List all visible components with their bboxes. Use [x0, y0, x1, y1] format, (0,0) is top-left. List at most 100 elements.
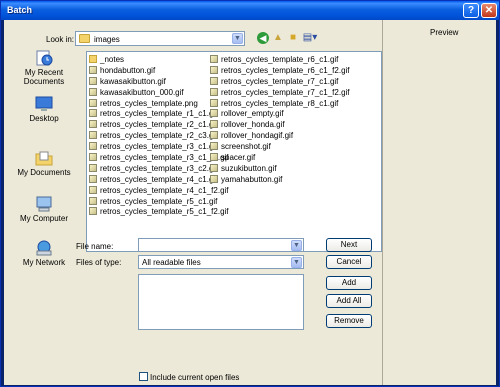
look-in-label: Look in:: [46, 35, 75, 44]
file-name: retros_cycles_template_r4_c1.gif: [100, 174, 218, 184]
file-item[interactable]: retros_cycles_template_r6_c1_f2.gif: [210, 65, 350, 76]
image-file-icon: [89, 185, 97, 194]
file-type-label: Files of type:: [76, 258, 122, 267]
file-item[interactable]: retros_cycles_template_r3_c1_f2.gif: [89, 152, 229, 163]
image-file-icon: [89, 174, 97, 183]
file-item[interactable]: retros_cycles_template_r2_c1.gif: [89, 119, 229, 130]
chevron-down-icon[interactable]: ▼: [291, 240, 302, 251]
file-type-value: All readable files: [142, 258, 201, 267]
back-icon[interactable]: ◀: [257, 32, 269, 44]
image-file-icon: [210, 163, 218, 172]
place-label: My Recent Documents: [23, 68, 65, 86]
file-item[interactable]: hondabutton.gif: [89, 65, 229, 76]
file-item[interactable]: rollover_hondagif.gif: [210, 130, 350, 141]
help-button[interactable]: ?: [463, 3, 479, 18]
file-name: screenshot.gif: [221, 142, 271, 152]
folder-icon: [89, 55, 97, 63]
chevron-down-icon[interactable]: ▼: [232, 33, 243, 44]
image-file-icon: [210, 174, 218, 183]
image-file-icon: [89, 76, 97, 85]
file-item[interactable]: retros_cycles_template_r8_c1.gif: [210, 98, 350, 109]
batch-file-list[interactable]: [138, 274, 304, 330]
place-desktop[interactable]: Desktop: [13, 93, 75, 133]
file-name: retros_cycles_template_r2_c1.gif: [100, 120, 218, 130]
place-my-computer[interactable]: My Computer: [13, 193, 75, 233]
new-folder-icon[interactable]: ■: [287, 32, 299, 44]
file-item[interactable]: screenshot.gif: [210, 141, 350, 152]
file-item[interactable]: yamahabutton.gif: [210, 174, 350, 185]
view-menu-icon[interactable]: ▤▾: [302, 32, 318, 44]
file-item[interactable]: spacer.gif: [210, 152, 350, 163]
add-all-button[interactable]: Add All: [326, 294, 372, 308]
next-button[interactable]: Next: [326, 238, 372, 252]
look-in-value: images: [94, 35, 120, 44]
file-name: retros_cycles_template_r5_c1_f2.gif: [100, 207, 229, 217]
file-item[interactable]: retros_cycles_template_r2_c3.gif: [89, 130, 229, 141]
image-file-icon: [89, 87, 97, 96]
image-file-icon: [89, 109, 97, 118]
file-name: retros_cycles_template.png: [100, 98, 198, 108]
file-item[interactable]: retros_cycles_template_r6_c1.gif: [210, 54, 350, 65]
place-recent-documents[interactable]: My Recent Documents: [13, 47, 75, 87]
file-item[interactable]: retros_cycles_template_r1_c1.gif: [89, 108, 229, 119]
file-name: retros_cycles_template_r3_c2.gif: [100, 163, 218, 173]
file-name: rollover_hondagif.gif: [221, 131, 294, 141]
include-open-files-label: Include current open files: [150, 373, 240, 382]
file-item[interactable]: retros_cycles_template_r4_c1.gif: [89, 174, 229, 185]
add-button[interactable]: Add: [326, 276, 372, 290]
file-type-dropdown[interactable]: All readable files ▼: [138, 255, 304, 269]
file-item[interactable]: suzukibutton.gif: [210, 163, 350, 174]
cancel-button[interactable]: Cancel: [326, 255, 372, 269]
preview-label: Preview: [430, 28, 459, 37]
close-button[interactable]: ✕: [481, 3, 497, 18]
file-name: suzukibutton.gif: [221, 163, 277, 173]
image-file-icon: [210, 142, 218, 151]
file-item[interactable]: kawasakibutton_000.gif: [89, 87, 229, 98]
place-my-documents[interactable]: My Documents: [13, 147, 75, 187]
file-item[interactable]: retros_cycles_template_r7_c1_f2.gif: [210, 87, 350, 98]
file-name: retros_cycles_template_r4_c1_f2.gif: [100, 185, 229, 195]
file-item[interactable]: rollover_empty.gif: [210, 108, 350, 119]
file-name: retros_cycles_template_r5_c1.gif: [100, 196, 218, 206]
image-file-icon: [210, 131, 218, 140]
file-item[interactable]: rollover_honda.gif: [210, 119, 350, 130]
place-label: Desktop: [29, 114, 59, 123]
look-in-dropdown[interactable]: images ▼: [75, 31, 245, 46]
file-column: _notes hondabutton.gif kawasakibutton.gif k…: [89, 54, 229, 217]
image-file-icon: [89, 196, 97, 205]
file-list[interactable]: _notes hondabutton.gif kawasakibutton.gif k…: [86, 51, 382, 252]
desktop-icon: [35, 96, 53, 111]
my-network-icon: [36, 240, 52, 256]
batch-dialog: Batch ? ✕ Look in: images ▼ ◀ ▲ ■ ▤▾ Pre…: [0, 0, 500, 387]
preview-divider: [382, 20, 383, 385]
remove-button[interactable]: Remove: [326, 314, 372, 328]
image-file-icon: [210, 87, 218, 96]
file-name-input[interactable]: ▼: [138, 238, 304, 252]
image-file-icon: [89, 207, 97, 216]
file-name: _notes: [100, 55, 125, 64]
window-title: Batch: [7, 5, 33, 15]
file-item[interactable]: retros_cycles_template_r3_c1.gif: [89, 141, 229, 152]
file-item[interactable]: retros_cycles_template_r4_c1_f2.gif: [89, 185, 229, 196]
file-item[interactable]: retros_cycles_template_r7_c1.gif: [210, 76, 350, 87]
image-file-icon: [89, 163, 97, 172]
title-bar[interactable]: Batch ? ✕: [1, 1, 499, 20]
places-bar: My Recent Documents Desktop My Documents: [13, 47, 75, 277]
file-item[interactable]: _notes: [89, 54, 229, 65]
up-folder-icon[interactable]: ▲: [272, 32, 284, 44]
place-label: My Network: [22, 258, 66, 267]
file-item[interactable]: kawasakibutton.gif: [89, 76, 229, 87]
place-my-network[interactable]: My Network: [13, 237, 75, 277]
include-open-files-checkbox[interactable]: [139, 372, 148, 381]
file-name: retros_cycles_template_r3_c1.gif: [100, 142, 218, 152]
chevron-down-icon[interactable]: ▼: [291, 257, 302, 268]
file-name: yamahabutton.gif: [221, 174, 283, 184]
file-name: retros_cycles_template_r7_c1.gif: [221, 76, 339, 86]
file-name: kawasakibutton_000.gif: [100, 87, 184, 97]
folder-icon: [79, 34, 90, 43]
file-item[interactable]: retros_cycles_template_r5_c1_f2.gif: [89, 206, 229, 217]
file-item[interactable]: retros_cycles_template_r3_c2.gif: [89, 163, 229, 174]
file-item[interactable]: retros_cycles_template_r5_c1.gif: [89, 196, 229, 207]
file-name: hondabutton.gif: [100, 65, 156, 75]
file-item[interactable]: retros_cycles_template.png: [89, 98, 229, 109]
